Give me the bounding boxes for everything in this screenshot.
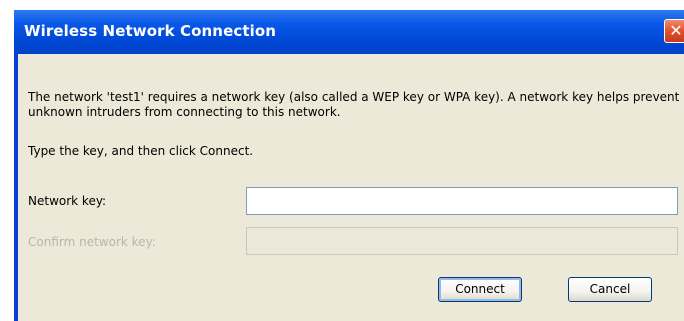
network-key-label: Network key:: [28, 194, 107, 208]
close-icon[interactable]: ✕: [664, 19, 684, 43]
dialog-instruction: Type the key, and then click Connect.: [28, 144, 254, 158]
title-bar[interactable]: Wireless Network Connection ✕: [14, 10, 684, 54]
connect-button[interactable]: Connect: [438, 277, 522, 302]
confirm-network-key-label: Confirm network key:: [28, 235, 156, 249]
cancel-button[interactable]: Cancel: [568, 277, 652, 302]
dialog-window: Wireless Network Connection ✕ The networ…: [14, 10, 684, 321]
confirm-network-key-input[interactable]: [246, 227, 678, 255]
dialog-message: The network 'test1' requires a network k…: [28, 90, 680, 119]
window-title: Wireless Network Connection: [24, 22, 277, 40]
dialog-client-area: The network 'test1' requires a network k…: [18, 54, 684, 321]
network-key-input[interactable]: [246, 187, 678, 215]
